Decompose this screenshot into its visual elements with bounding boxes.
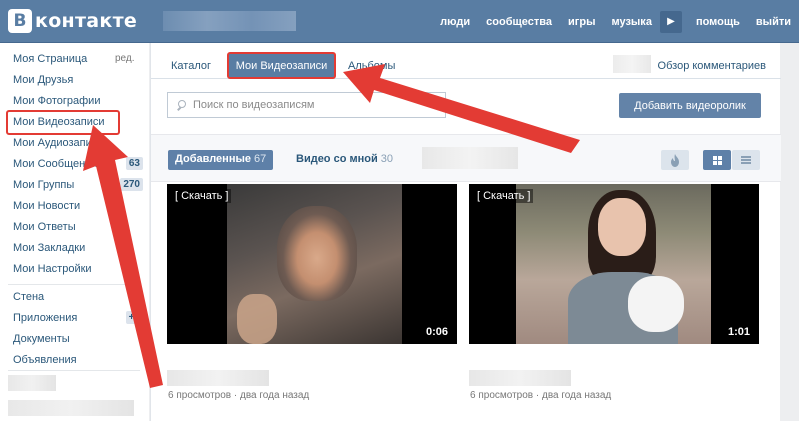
- sidebar-item-friends[interactable]: Мои Друзья: [13, 74, 73, 86]
- sidebar-item-audio[interactable]: Мои Аудиозаписи: [13, 137, 103, 149]
- top-bar: В контакте люди сообщества игры музыка ▶…: [0, 0, 799, 43]
- blurred-filter-area: [422, 147, 518, 169]
- blurred-menu-item: [8, 400, 134, 416]
- tab-albums[interactable]: Альбомы: [348, 60, 395, 72]
- logo-letter: В: [8, 9, 32, 33]
- video-search-input[interactable]: [193, 99, 433, 111]
- blurred-video-title: [167, 370, 269, 386]
- video-meta: 6 просмотров · два года назад: [470, 390, 612, 401]
- video-page: Каталог Мои Видеозаписи Альбомы Обзор ко…: [150, 43, 781, 421]
- grid-icon: [712, 155, 722, 165]
- filter-with-me-label: Видео со мной: [296, 153, 378, 165]
- video-frame: [227, 184, 402, 344]
- nav-people[interactable]: люди: [440, 16, 470, 28]
- sidebar-item-documents[interactable]: Документы: [13, 333, 70, 345]
- comments-overview-link[interactable]: Обзор комментариев: [658, 60, 766, 72]
- nav-music[interactable]: музыка: [611, 16, 651, 28]
- left-menu: Моя Страница ред. Мои Друзья Мои Фотогра…: [0, 43, 149, 421]
- menu-divider: [8, 284, 140, 285]
- apps-count-badge: +2: [125, 311, 143, 324]
- video-duration: 0:06: [425, 326, 448, 338]
- top-nav: люди сообщества игры музыка ▶ помощь вый…: [432, 0, 799, 43]
- edit-link[interactable]: ред.: [115, 53, 135, 64]
- video-tabs: Каталог Мои Видеозаписи Альбомы Обзор ко…: [151, 43, 781, 79]
- tab-my-videos[interactable]: Мои Видеозаписи: [227, 52, 336, 79]
- video-thumbnail[interactable]: [ Скачать ] 0:06: [167, 184, 457, 344]
- sidebar-item-apps[interactable]: Приложения: [13, 312, 77, 324]
- groups-count-badge: 270: [120, 178, 143, 191]
- video-search-box[interactable]: [167, 92, 446, 118]
- annotation-highlight-videos: [6, 110, 120, 135]
- download-link[interactable]: [ Скачать ]: [172, 189, 232, 203]
- sidebar-item-settings[interactable]: Мои Настройки: [13, 263, 92, 275]
- video-thumbnail[interactable]: [ Скачать ] 1:01: [469, 184, 759, 344]
- nav-help[interactable]: помощь: [696, 16, 740, 28]
- grid-view-button[interactable]: [703, 150, 731, 170]
- list-view-button[interactable]: [732, 150, 760, 170]
- menu-divider: [8, 370, 140, 371]
- sidebar-item-messages[interactable]: Мои Сообщения: [13, 158, 97, 170]
- filter-with-me-count: 30: [380, 153, 393, 165]
- vk-logo[interactable]: В контакте: [8, 8, 137, 34]
- filter-added-count: 67: [253, 153, 267, 165]
- fire-icon: [671, 153, 679, 167]
- filter-added-label: Добавленные: [175, 153, 251, 165]
- sidebar-item-wall[interactable]: Стена: [13, 291, 44, 303]
- nav-logout[interactable]: выйти: [756, 16, 791, 28]
- sidebar-item-groups[interactable]: Мои Группы: [13, 179, 74, 191]
- nav-games[interactable]: игры: [568, 16, 595, 28]
- popular-sort-button[interactable]: [661, 150, 689, 170]
- tab-catalog[interactable]: Каталог: [171, 60, 211, 72]
- video-frame: [516, 184, 711, 344]
- filter-with-me[interactable]: Видео со мной 30: [296, 153, 393, 165]
- sidebar-item-replies[interactable]: Мои Ответы: [13, 221, 76, 233]
- blurred-tab-area: [613, 55, 651, 73]
- list-icon: [741, 155, 751, 165]
- blurred-menu-item: [8, 375, 56, 391]
- sidebar-item-news[interactable]: Мои Новости: [13, 200, 80, 212]
- sidebar-item-ads[interactable]: Объявления: [13, 354, 77, 366]
- sidebar-item-bookmarks[interactable]: Мои Закладки: [13, 242, 85, 254]
- download-link[interactable]: [ Скачать ]: [474, 189, 534, 203]
- messages-count-badge: 63: [125, 157, 143, 170]
- blurred-search-area: [163, 11, 296, 31]
- filter-added[interactable]: Добавленные 67: [168, 150, 274, 170]
- video-meta: 6 просмотров · два года назад: [168, 390, 310, 401]
- sidebar-item-my-page[interactable]: Моя Страница: [13, 53, 87, 65]
- blurred-video-title: [469, 370, 571, 386]
- search-icon: [176, 99, 187, 111]
- nav-communities[interactable]: сообщества: [486, 16, 552, 28]
- logo-text: контакте: [35, 10, 138, 32]
- video-duration: 1:01: [727, 326, 750, 338]
- add-video-button[interactable]: Добавить видеоролик: [619, 93, 761, 118]
- sidebar-item-photos[interactable]: Мои Фотографии: [13, 95, 100, 107]
- video-filter-bar: Добавленные 67 Видео со мной 30: [151, 134, 781, 182]
- play-icon[interactable]: ▶: [659, 10, 682, 33]
